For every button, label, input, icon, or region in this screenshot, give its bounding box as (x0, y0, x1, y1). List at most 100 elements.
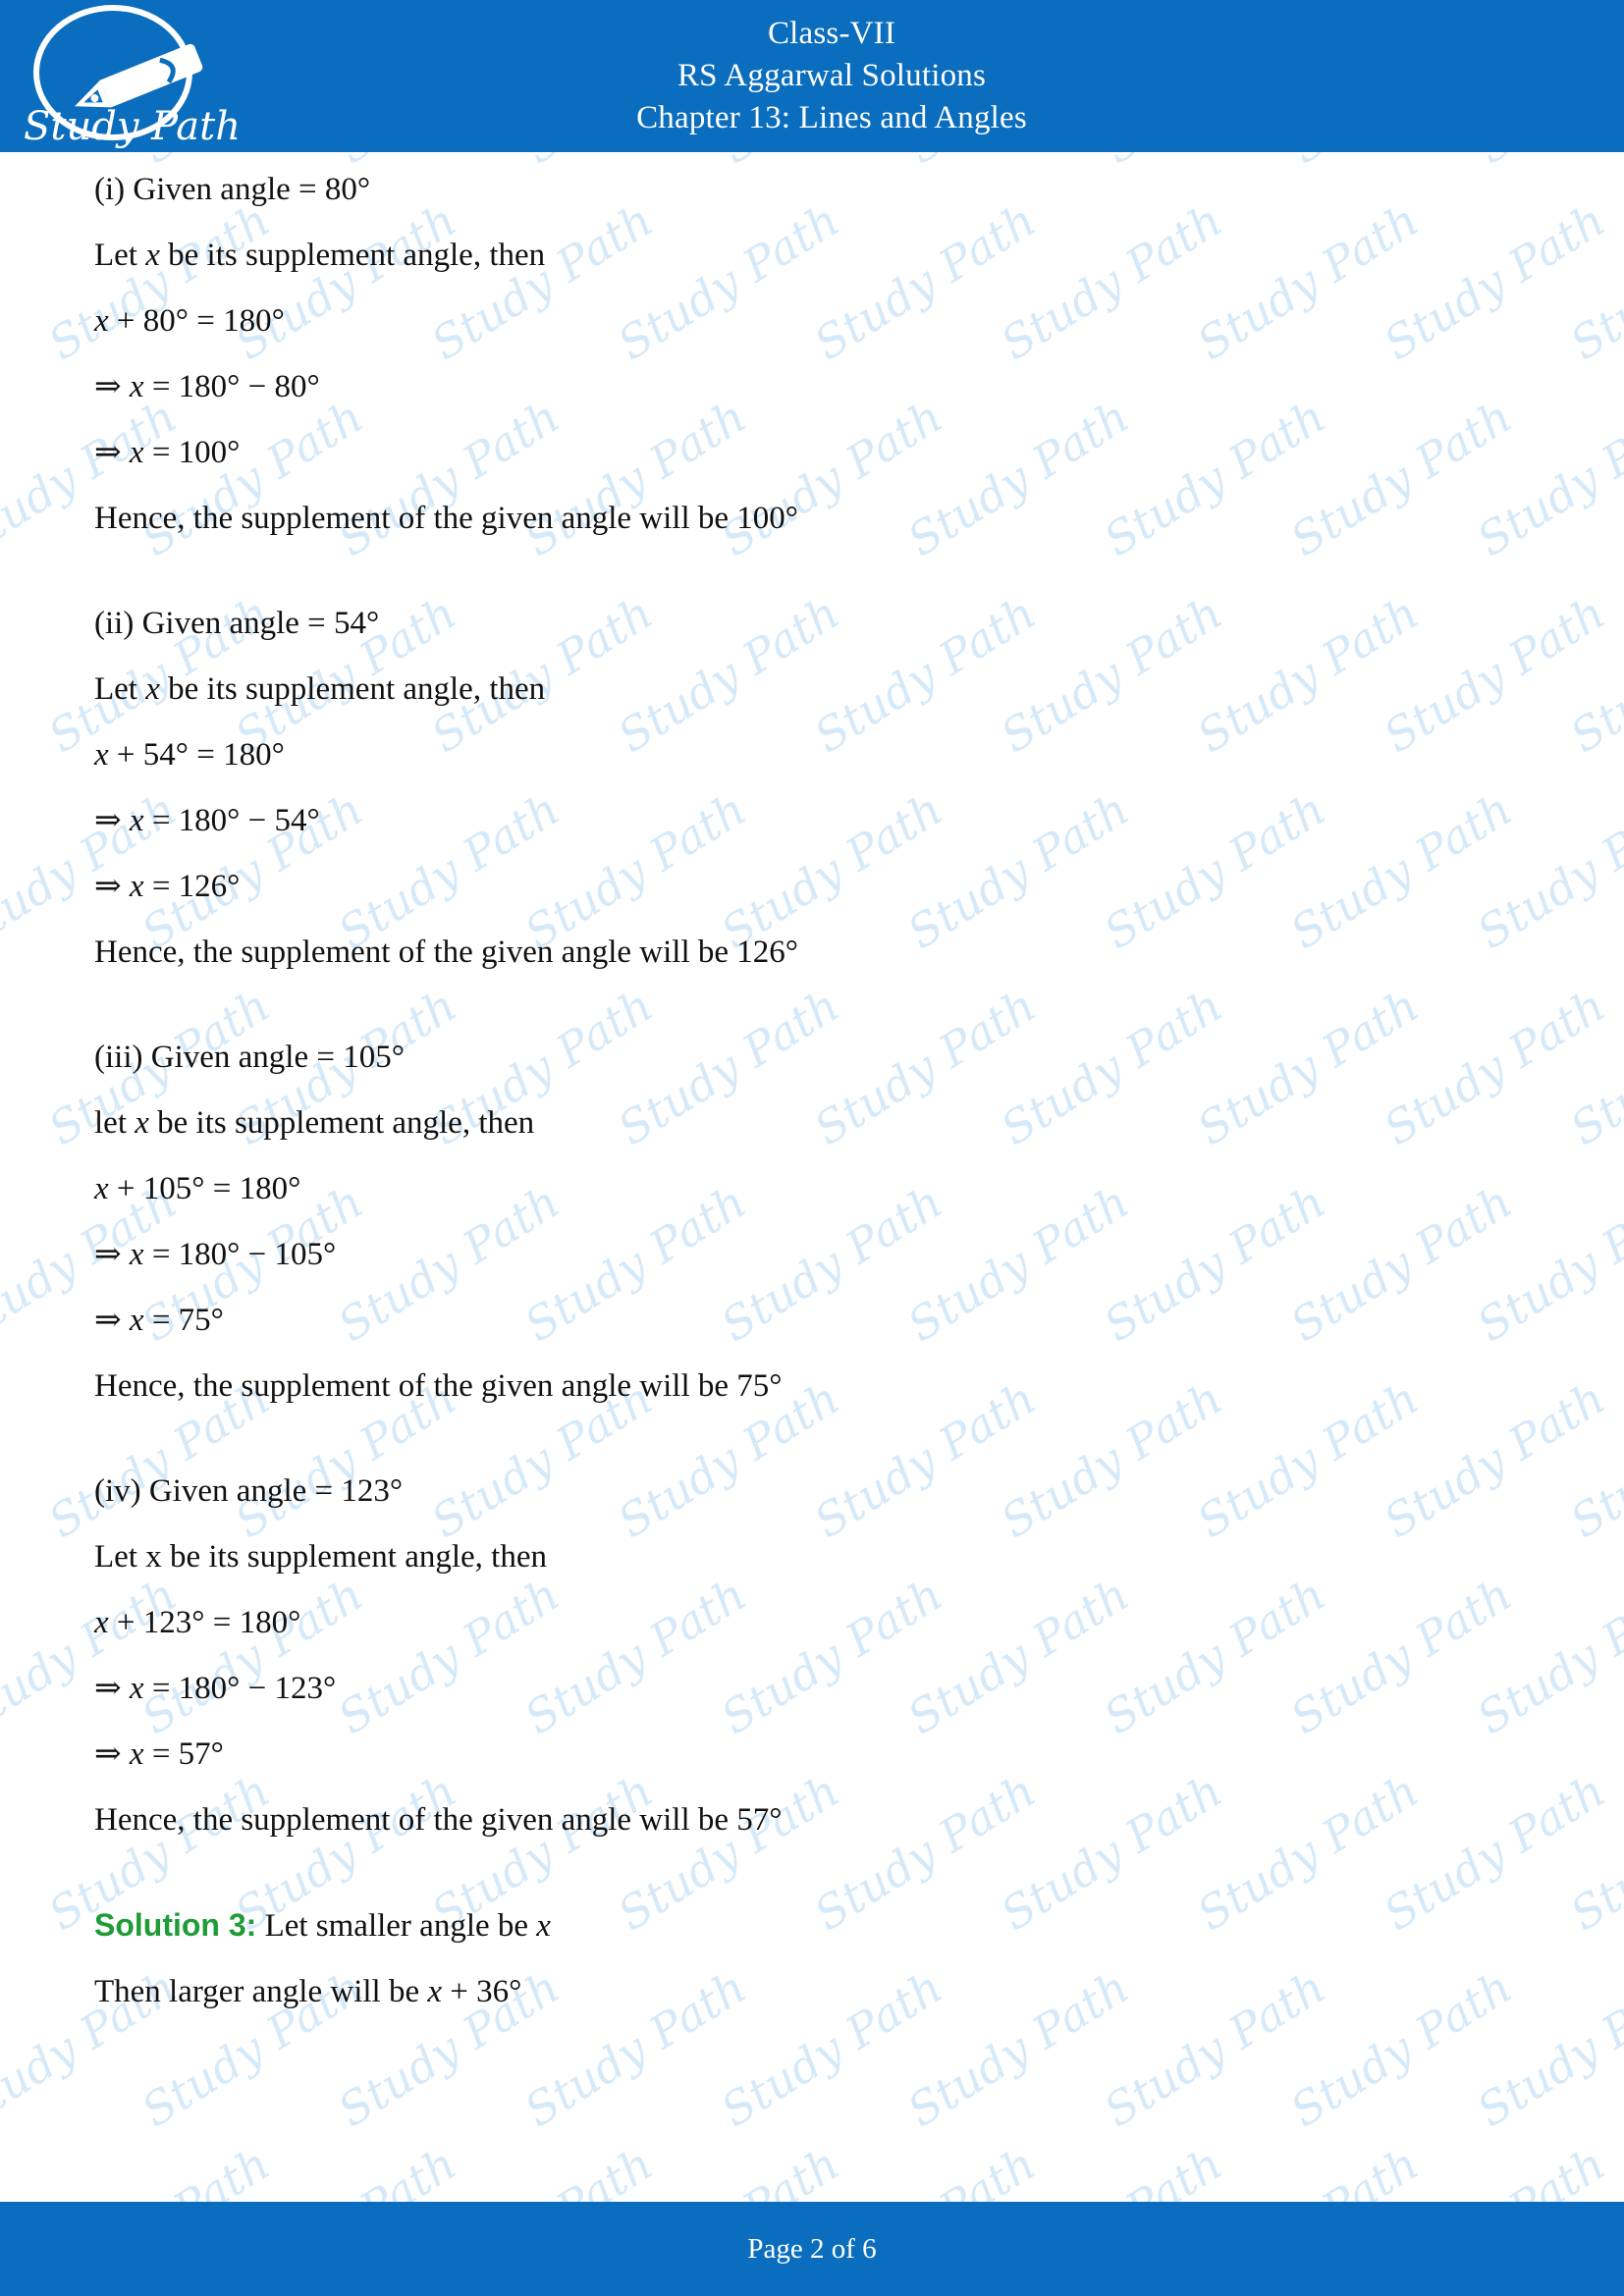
text-run: let (94, 1105, 135, 1141)
page-footer: Page 2 of 6 (0, 2202, 1624, 2296)
solution-line-part-iii-0: (iii) Given angle = 105° (94, 1041, 1536, 1074)
solution-part-part-iii: (iii) Given angle = 105° let x be its sup… (94, 1041, 1536, 1403)
solution-line-part-ii-5: Hence, the supplement of the given angle… (94, 936, 1536, 969)
solution-line-part-i-4: ⇒ x = 100° (94, 437, 1536, 469)
text-run: = 75° (143, 1303, 224, 1338)
header-class-line: Class-VII (767, 16, 896, 52)
solution-line-part-i-1: Let x be its supplement angle, then (94, 240, 1536, 272)
text-run: ⇒ (94, 869, 130, 904)
solution-line-part-iv-2: x + 123° = 180° (94, 1607, 1536, 1639)
solution-line-part-iv-0: (iv) Given angle = 123° (94, 1475, 1536, 1508)
text-run: ⇒ (94, 1237, 130, 1272)
solution-line-part-iii-2: x + 105° = 180° (94, 1173, 1536, 1205)
text-run: Hence, the supplement of the given angle… (94, 934, 798, 970)
text-run: ⇒ (94, 1671, 130, 1706)
math-variable: x (129, 1303, 144, 1338)
text-run: + 105° = 180° (108, 1171, 301, 1206)
text-run: ⇒ (94, 369, 130, 404)
text-run: (iii) Given angle = 105° (94, 1040, 405, 1075)
math-variable: x (94, 737, 109, 773)
text-run: (iv) Given angle = 123° (94, 1473, 404, 1509)
text-run: (ii) Given angle = 54° (94, 606, 380, 641)
math-variable: x (129, 869, 144, 904)
text-run: = 180° − 54° (143, 803, 320, 838)
text-run: Let (94, 671, 146, 707)
solution-content: (i) Given angle = 80° Let x be its supple… (0, 152, 1624, 2202)
header-book-line: RS Aggarwal Solutions (677, 58, 987, 94)
math-variable: x (427, 1974, 443, 2009)
text-run: = 180° − 123° (143, 1671, 337, 1706)
text-run: = 180° − 105° (143, 1237, 337, 1272)
solution-part-part-ii: (ii) Given angle = 54° Let x be its suppl… (94, 608, 1536, 969)
solution-line-part-ii-4: ⇒ x = 126° (94, 871, 1536, 903)
text-run: = 100° (143, 435, 241, 470)
math-variable: x (94, 303, 109, 339)
math-variable: x (129, 1671, 144, 1706)
solution-line-part-iv-3: ⇒ x = 180° − 123° (94, 1673, 1536, 1705)
text-run: (i) Given angle = 80° (94, 172, 371, 207)
text-run: Let (94, 238, 146, 273)
math-variable: x (129, 803, 144, 838)
study-path-logo: Study Path (24, 5, 241, 149)
math-variable: x (536, 1908, 551, 1944)
math-variable: x (129, 1736, 144, 1772)
page-number-label: Page 2 of 6 (747, 2232, 877, 2265)
solution-line-part-iv-1: Let x be its supplement angle, then (94, 1541, 1536, 1574)
text-run: Hence, the supplement of the given angle… (94, 501, 798, 536)
math-variable: x (145, 671, 160, 707)
math-variable: x (129, 1237, 144, 1272)
solution-line-part-ii-1: Let x be its supplement angle, then (94, 673, 1536, 706)
text-run: be its supplement angle, then (159, 238, 546, 273)
text-run: ⇒ (94, 1736, 130, 1772)
solution-line-part-i-3: ⇒ x = 180° − 80° (94, 371, 1536, 403)
solution-part-part-i: (i) Given angle = 80° Let x be its supple… (94, 174, 1536, 535)
solution3-line-1: Then larger angle will be x + 36° (94, 1976, 1536, 2008)
text-run: Hence, the supplement of the given angle… (94, 1802, 783, 1838)
math-variable: x (94, 1171, 109, 1206)
text-run: + 54° = 180° (108, 737, 285, 773)
text-run: Then larger angle will be (94, 1974, 428, 2009)
solution-line-part-i-2: x + 80° = 180° (94, 305, 1536, 338)
text-run: ⇒ (94, 1303, 130, 1338)
math-variable: x (129, 435, 144, 470)
math-variable: x (94, 1605, 109, 1640)
header-chapter-line: Chapter 13: Lines and Angles (636, 99, 1027, 135)
text-run: + 36° (442, 1974, 522, 2009)
solution-line-part-ii-0: (ii) Given angle = 54° (94, 608, 1536, 640)
text-run: Let x be its supplement angle, then (94, 1539, 547, 1575)
solution3-line-0: Solution 3: Let smaller angle be x (94, 1909, 1536, 1943)
solution-line-part-iv-5: Hence, the supplement of the given angle… (94, 1804, 1536, 1837)
logo-wordmark: Study Path (24, 104, 241, 149)
text-run: ⇒ (94, 803, 130, 838)
text-run: ⇒ (94, 435, 130, 470)
text-run: = 57° (143, 1736, 224, 1772)
page-header: Study Path Class-VII RS Aggarwal Solutio… (0, 0, 1624, 152)
text-run: be its supplement angle, then (148, 1105, 535, 1141)
solution-line-part-ii-3: ⇒ x = 180° − 54° (94, 805, 1536, 837)
text-run: = 180° − 80° (143, 369, 320, 404)
text-run: + 123° = 180° (108, 1605, 301, 1640)
solution-line-part-i-0: (i) Given angle = 80° (94, 174, 1536, 206)
document-page: Study Path Study Path Study Path Study Path… (0, 0, 1624, 2296)
solution-line-part-iii-3: ⇒ x = 180° − 105° (94, 1239, 1536, 1271)
solution-line-part-iii-4: ⇒ x = 75° (94, 1305, 1536, 1337)
text-run: Hence, the supplement of the given angle… (94, 1368, 783, 1404)
text-run: Let smaller angle be (256, 1908, 537, 1944)
math-variable: x (135, 1105, 149, 1141)
solution-line-part-iii-1: let x be its supplement angle, then (94, 1107, 1536, 1140)
text-run: + 80° = 180° (108, 303, 285, 339)
solution-line-part-i-5: Hence, the supplement of the given angle… (94, 503, 1536, 535)
solution-line-part-ii-2: x + 54° = 180° (94, 739, 1536, 772)
math-variable: x (145, 238, 160, 273)
text-run: be its supplement angle, then (159, 671, 546, 707)
text-run: = 126° (143, 869, 241, 904)
solution-line-part-iv-4: ⇒ x = 57° (94, 1738, 1536, 1771)
math-variable: x (129, 369, 144, 404)
solution-part-part-iv: (iv) Given angle = 123° Let x be its supp… (94, 1475, 1536, 1837)
solution3-label: Solution 3: (94, 1907, 257, 1943)
solution-line-part-iii-5: Hence, the supplement of the given angle… (94, 1370, 1536, 1403)
